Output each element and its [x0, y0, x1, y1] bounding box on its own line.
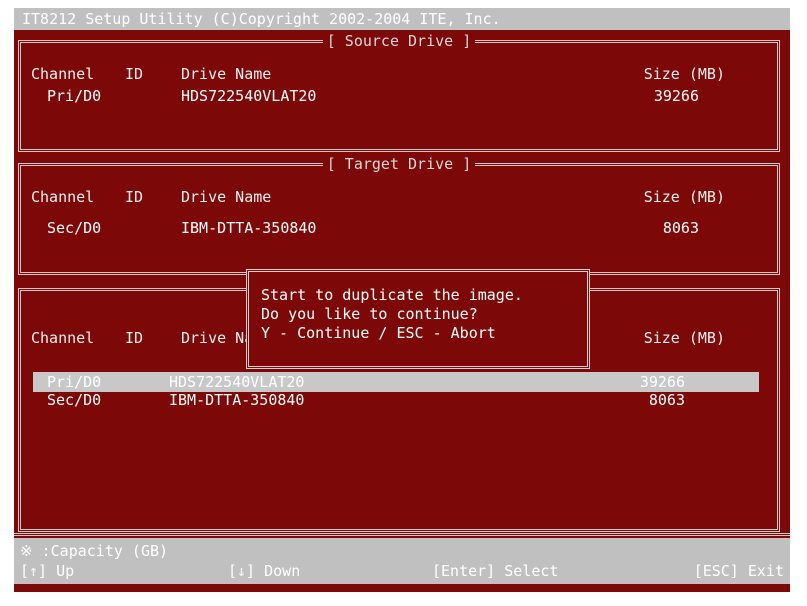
col-channel: Channel — [31, 65, 95, 83]
select-key-hint[interactable]: [Enter] Select — [432, 562, 558, 580]
col-id: ID — [125, 188, 144, 206]
bios-screen: IT8212 Setup Utility (C)Copyright 2002-2… — [14, 8, 790, 592]
col-drive-name: Drive Name — [181, 188, 272, 206]
drive-name: HDS722540VLAT20 — [169, 373, 305, 391]
down-key-hint[interactable]: [↓] Down — [228, 562, 300, 580]
exit-key-hint[interactable]: [ESC] Exit — [654, 562, 784, 580]
target-drive-panel: [ Target Drive ] Channel ID Drive Name S… — [18, 155, 780, 275]
drive-size: 39266 — [639, 373, 685, 391]
title-bar: IT8212 Setup Utility (C)Copyright 2002-2… — [14, 8, 790, 30]
col-drive-name: Drive Name — [181, 65, 272, 83]
drive-channel: Sec/D0 — [47, 391, 102, 409]
drive-channel: Pri/D0 — [47, 373, 102, 391]
col-size: Size (MB) — [643, 65, 725, 83]
source-channel: Pri/D0 — [47, 87, 102, 105]
footer-divider — [14, 533, 790, 536]
target-panel-title: [ Target Drive ] — [322, 155, 476, 173]
col-channel: Channel — [31, 188, 95, 206]
target-drive-name: IBM-DTTA-350840 — [181, 219, 317, 237]
col-size: Size (MB) — [643, 329, 725, 347]
col-size: Size (MB) — [643, 188, 725, 206]
col-channel: Channel — [31, 329, 95, 347]
source-panel-title: [ Source Drive ] — [322, 32, 476, 50]
footer-bar: ※ :Capacity (GB) [↑] Up [↓] Down [Enter]… — [14, 538, 790, 584]
drive-size: 8063 — [648, 391, 685, 409]
drive-row-selected[interactable]: Pri/D0 HDS722540VLAT20 39266 — [33, 372, 759, 392]
confirm-dialog: Start to duplicate the image. Do you lik… — [246, 269, 590, 369]
up-key-hint[interactable]: [↑] Up — [20, 562, 74, 580]
source-size: 39266 — [653, 87, 699, 105]
target-channel: Sec/D0 — [47, 219, 102, 237]
col-id: ID — [125, 329, 144, 347]
capacity-note: ※ :Capacity (GB) — [20, 542, 169, 560]
target-size: 8063 — [662, 219, 699, 237]
drive-name: IBM-DTTA-350840 — [169, 391, 305, 409]
dialog-line-1: Start to duplicate the image. — [261, 286, 523, 304]
dialog-line-3[interactable]: Y - Continue / ESC - Abort — [261, 324, 496, 342]
dialog-line-2: Do you like to continue? — [261, 305, 478, 323]
source-drive-panel: [ Source Drive ] Channel ID Drive Name S… — [18, 32, 780, 152]
source-drive-name: HDS722540VLAT20 — [181, 87, 317, 105]
drive-row[interactable]: Sec/D0 IBM-DTTA-350840 8063 — [33, 390, 759, 410]
col-id: ID — [125, 65, 144, 83]
